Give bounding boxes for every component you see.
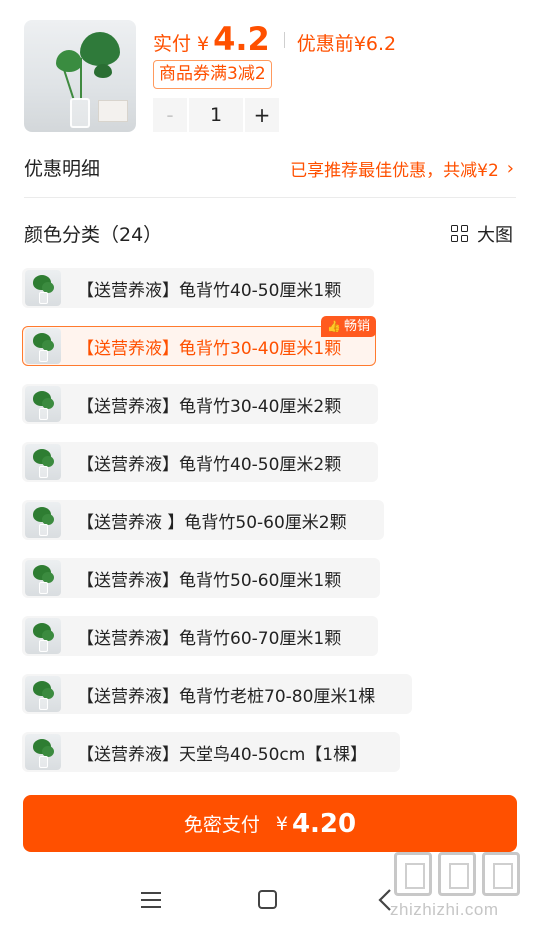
plant-stem — [63, 70, 75, 100]
big-view-toggle[interactable]: 大图 — [451, 221, 513, 247]
variant-option[interactable]: 【送营养液】龟背竹60-70厘米1颗 — [22, 616, 378, 656]
price-divider — [283, 32, 285, 48]
variant-option[interactable]: 【送营养液】龟背竹30-40厘米1颗 👍 畅销 — [22, 316, 376, 366]
pay-button[interactable]: 免密支付 ¥ 4.20 — [23, 795, 517, 852]
variant-option[interactable]: 【送营养液】龟背竹50-60厘米1颗 — [22, 558, 380, 598]
variant-thumbnail — [25, 270, 61, 306]
increase-button[interactable]: + — [245, 98, 279, 132]
price-label: 实付 — [153, 33, 192, 55]
variant-thumbnail — [25, 328, 61, 364]
plant-leaf — [80, 32, 120, 66]
watermark-logo — [394, 852, 536, 896]
variant-thumbnail — [25, 676, 61, 712]
variant-label: 【送营养液】天堂鸟40-50cm【1棵】 — [77, 744, 368, 765]
variant-thumbnail — [25, 618, 61, 654]
thumbs-up-icon: 👍 — [327, 320, 341, 333]
menu-icon[interactable] — [141, 891, 161, 908]
original-price-label: 优惠前 — [296, 33, 354, 55]
grid-icon — [451, 225, 469, 243]
pay-currency: ¥ — [275, 812, 288, 835]
variant-option[interactable]: 【送营养液 】龟背竹50-60厘米2颗 — [22, 500, 384, 540]
variant-label: 【送营养液】龟背竹30-40厘米2颗 — [77, 396, 342, 417]
original-price-value: ¥6.2 — [353, 33, 397, 55]
decrease-button[interactable]: - — [153, 98, 187, 132]
product-image[interactable] — [24, 20, 136, 132]
variant-label: 【送营养液】龟背竹40-50厘米2颗 — [77, 454, 342, 475]
price-value: 4.2 — [213, 20, 270, 58]
variant-thumbnail — [25, 560, 61, 596]
quantity-stepper: - 1 + — [153, 98, 279, 132]
variant-option[interactable]: 【送营养液】龟背竹老桩70-80厘米1棵 — [22, 674, 412, 714]
gift-box — [98, 100, 128, 122]
discount-info-text: 已享推荐最佳优惠，共减¥2 — [290, 161, 499, 181]
plant-leaf — [94, 64, 112, 78]
quantity-value[interactable]: 1 — [189, 98, 243, 132]
variant-label: 【送营养液 】龟背竹50-60厘米2颗 — [77, 512, 347, 533]
variant-option[interactable]: 【送营养液】天堂鸟40-50cm【1棵】 — [22, 732, 400, 772]
price-row: 实付 ¥ 4.2 优惠前 ¥6.2 — [153, 20, 396, 60]
variant-thumbnail — [25, 386, 61, 422]
discount-detail-link[interactable]: 已享推荐最佳优惠，共减¥2 › — [290, 156, 514, 181]
divider — [24, 197, 516, 198]
variant-label: 【送营养液】龟背竹50-60厘米1颗 — [77, 570, 342, 591]
hot-badge-text: 畅销 — [343, 319, 370, 334]
variant-label: 【送营养液】龟背竹40-50厘米1颗 — [77, 280, 342, 301]
variant-label: 【送营养液】龟背竹60-70厘米1颗 — [77, 628, 342, 649]
coupon-tag: 商品券满3减2 — [153, 60, 272, 89]
variant-label: 【送营养液】龟背竹30-40厘米1颗 — [77, 338, 342, 359]
variant-option[interactable]: 【送营养液】龟背竹40-50厘米2颗 — [22, 442, 378, 482]
price-currency: ¥ — [197, 33, 210, 55]
variant-thumbnail — [25, 734, 61, 770]
chevron-right-icon: › — [506, 158, 514, 179]
plant-leaf — [56, 50, 82, 72]
variant-label: 【送营养液】龟背竹老桩70-80厘米1棵 — [77, 686, 376, 707]
vase — [70, 98, 90, 128]
variant-option[interactable]: 【送营养液】龟背竹40-50厘米1颗 — [22, 268, 374, 308]
pay-label: 免密支付 — [183, 814, 260, 836]
discount-detail-title: 优惠明细 — [24, 158, 101, 180]
variant-option[interactable]: 【送营养液】龟背竹30-40厘米2颗 — [22, 384, 378, 424]
hot-seller-badge: 👍 畅销 — [321, 316, 376, 337]
variant-thumbnail — [25, 502, 61, 538]
pay-amount: 4.20 — [291, 808, 357, 839]
watermark-text: zhizhizhi.com — [390, 900, 499, 919]
variant-thumbnail — [25, 444, 61, 480]
watermark: zhizhizhi.com — [390, 852, 536, 930]
variants-title: 颜色分类（24） — [24, 224, 163, 246]
home-icon[interactable] — [258, 890, 277, 909]
big-view-label: 大图 — [477, 225, 513, 246]
